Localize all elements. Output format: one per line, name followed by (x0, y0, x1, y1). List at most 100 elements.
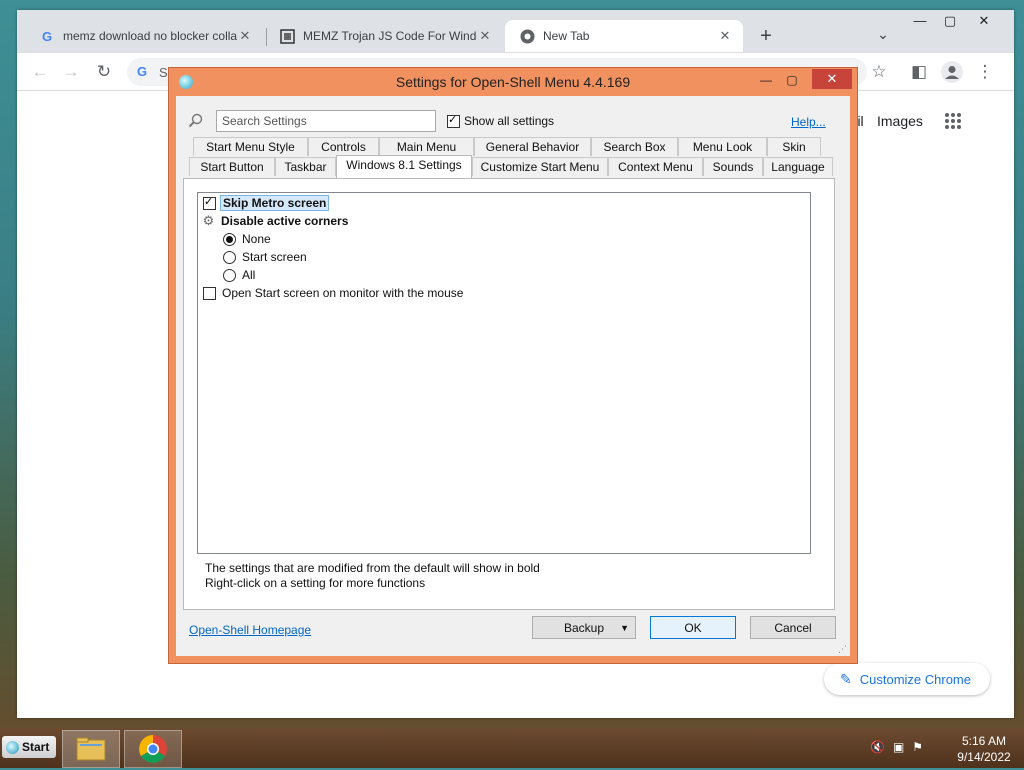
memz-page-icon (279, 28, 295, 44)
radio-unselected[interactable] (223, 250, 236, 264)
minimize-button[interactable]: — (753, 70, 779, 90)
browser-tab-active[interactable]: New Tab ✕ (505, 20, 743, 52)
radio-label: Start screen (242, 250, 307, 264)
close-icon[interactable]: ✕ (717, 28, 733, 44)
minimize-button[interactable]: — (903, 10, 937, 34)
address-text: S (159, 65, 168, 80)
customize-label: Customize Chrome (859, 671, 971, 687)
radio-label: None (242, 232, 271, 246)
radio-corners-none[interactable]: None (223, 230, 271, 248)
search-settings-input[interactable] (216, 110, 436, 132)
tab-title: New Tab (543, 29, 590, 43)
side-panel-icon[interactable]: ◧ (908, 61, 930, 83)
backup-button[interactable]: Backup ▼ (532, 616, 636, 639)
network-icon[interactable]: ▣ (893, 740, 904, 754)
star-icon[interactable]: ☆ (868, 61, 890, 83)
ok-button[interactable]: OK (650, 616, 736, 639)
help-link[interactable]: Help... (791, 115, 826, 129)
backup-label: Backup (563, 621, 605, 635)
system-tray: 🔇 ▣ ⚑ (870, 740, 923, 754)
setting-label: Skip Metro screen (220, 195, 330, 211)
tab-main-menu[interactable]: Main Menu (379, 137, 474, 156)
tab-menu-look[interactable]: Menu Look (678, 137, 767, 156)
setting-label: Disable active corners (221, 214, 349, 228)
close-window-button[interactable]: ✕ (967, 10, 1001, 34)
settings-tree: Skip Metro screen ⚙ Disable active corne… (197, 192, 811, 554)
tab-language[interactable]: Language (763, 157, 833, 176)
checkbox-unchecked[interactable] (203, 286, 216, 300)
dialog-titlebar[interactable]: Settings for Open-Shell Menu 4.4.169 — ▢… (169, 68, 857, 96)
radio-label: All (242, 268, 256, 282)
tab-sounds[interactable]: Sounds (703, 157, 763, 176)
setting-skip-metro[interactable]: Skip Metro screen (203, 194, 330, 212)
radio-selected[interactable] (223, 232, 236, 246)
start-orb-icon (6, 740, 19, 754)
forward-arrow-icon[interactable]: → (60, 61, 82, 83)
open-shell-homepage-link[interactable]: Open-Shell Homepage (189, 623, 311, 637)
google-icon: G (41, 28, 53, 44)
volume-muted-icon[interactable]: 🔇 (870, 740, 885, 754)
close-button[interactable]: ✕ (812, 69, 852, 89)
tab-general-behavior[interactable]: General Behavior (474, 137, 591, 156)
action-center-icon[interactable]: ⚑ (912, 740, 923, 754)
setting-disable-active-corners[interactable]: ⚙ Disable active corners (202, 212, 349, 230)
radio-unselected[interactable] (223, 268, 236, 282)
chrome-icon (139, 735, 167, 763)
hint-bold-settings: The settings that are modified from the … (205, 561, 540, 575)
start-label: Start (22, 740, 50, 754)
radio-corners-all[interactable]: All (223, 266, 255, 284)
dialog-body: Show all settings Help... Start Menu Sty… (176, 96, 850, 656)
images-link[interactable]: Images (877, 113, 923, 129)
search-icon (188, 113, 204, 129)
close-icon[interactable]: ✕ (477, 28, 493, 44)
tab-customize-start-menu[interactable]: Customize Start Menu (472, 157, 608, 176)
cancel-button[interactable]: Cancel (750, 616, 836, 639)
back-arrow-icon[interactable]: ← (29, 61, 51, 83)
maximize-button[interactable]: ▢ (933, 10, 967, 34)
apps-grid-icon[interactable] (944, 112, 962, 130)
browser-tab[interactable]: MEMZ Trojan JS Code For Windo ✕ (265, 20, 503, 52)
start-button[interactable]: Start (2, 736, 56, 758)
taskbar: Start 🔇 ▣ ⚑ 5:16 AM 9/14/2022 (0, 728, 1024, 768)
tab-skin[interactable]: Skin (767, 137, 821, 156)
tab-start-menu-style[interactable]: Start Menu Style (193, 137, 308, 156)
tab-title: memz download no blocker colla (63, 29, 237, 43)
resize-grip-icon[interactable]: ⋰ (838, 644, 847, 655)
tab-controls[interactable]: Controls (308, 137, 379, 156)
close-icon[interactable]: ✕ (237, 28, 253, 44)
tab-title: MEMZ Trojan JS Code For Windo (303, 29, 477, 43)
tab-windows-8-1-settings[interactable]: Windows 8.1 Settings (336, 155, 472, 178)
browser-tab[interactable]: G memz download no blocker colla ✕ (25, 20, 263, 52)
folder-icon (76, 737, 106, 761)
show-all-label: Show all settings (464, 114, 555, 128)
checkbox-checked[interactable] (203, 195, 216, 210)
menu-icon[interactable]: ⋮ (974, 61, 996, 83)
show-all-settings-checkbox[interactable]: Show all settings (447, 113, 555, 128)
tab-context-menu[interactable]: Context Menu (608, 157, 703, 176)
tab-search-box[interactable]: Search Box (591, 137, 678, 156)
pencil-icon: ✎ (840, 670, 852, 687)
chevron-down-icon[interactable]: ⌄ (873, 26, 893, 46)
setting-open-start-monitor[interactable]: Open Start screen on monitor with the mo… (203, 284, 463, 302)
setting-label: Open Start screen on monitor with the mo… (222, 286, 464, 300)
tab-taskbar[interactable]: Taskbar (275, 157, 336, 176)
clock-time[interactable]: 5:16 AM (951, 734, 1017, 748)
customize-chrome-button[interactable]: ✎ Customize Chrome (824, 663, 990, 695)
hint-right-click: Right-click on a setting for more functi… (205, 576, 426, 590)
tab-start-button[interactable]: Start Button (189, 157, 275, 176)
chrome-icon (519, 28, 535, 44)
new-tab-button[interactable]: + (753, 24, 779, 50)
reload-icon[interactable]: ↻ (93, 61, 115, 83)
maximize-button[interactable]: ▢ (779, 70, 805, 90)
gear-icon: ⚙ (202, 213, 215, 228)
clock-date[interactable]: 9/14/2022 (951, 750, 1017, 764)
settings-dialog: Settings for Open-Shell Menu 4.4.169 — ▢… (168, 67, 858, 664)
taskbar-chrome[interactable] (124, 730, 182, 768)
taskbar-file-explorer[interactable] (62, 730, 120, 768)
checkbox-checked[interactable] (447, 113, 460, 128)
radio-corners-start-screen[interactable]: Start screen (223, 248, 307, 266)
profile-icon[interactable] (941, 61, 963, 83)
dropdown-arrow-icon: ▼ (620, 623, 629, 633)
google-icon: G (137, 64, 148, 79)
tab-strip: G memz download no blocker colla ✕ MEMZ … (17, 10, 1014, 53)
